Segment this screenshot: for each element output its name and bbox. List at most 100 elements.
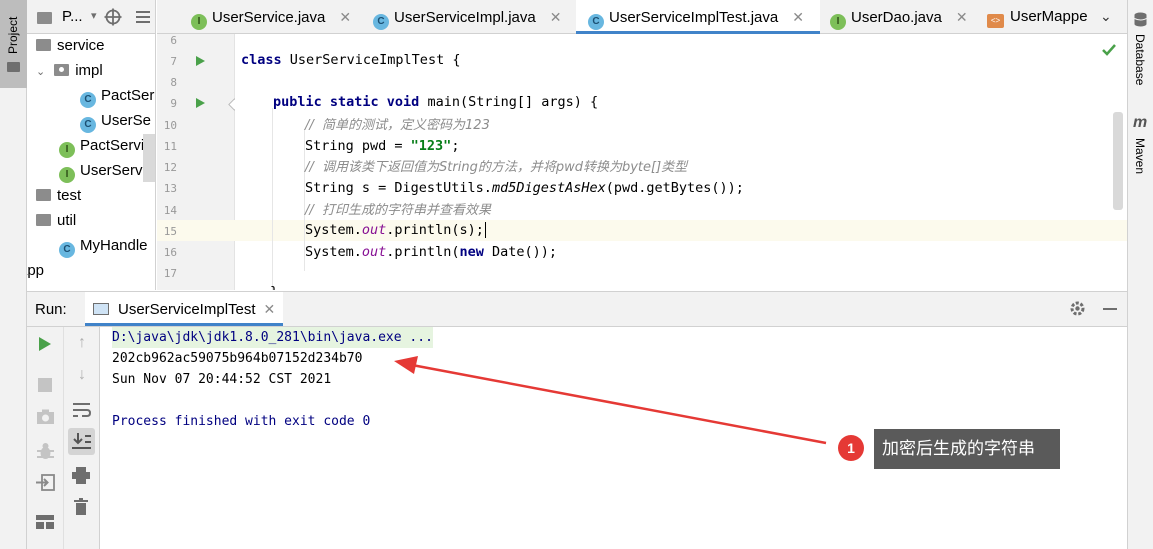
tree-item-userservice[interactable]: I UserServic <box>59 160 153 183</box>
line-number: 16 <box>163 246 177 259</box>
tab-userservice[interactable]: I UserService.java ✕ <box>191 0 351 34</box>
text-caret <box>484 222 486 238</box>
line-number: 10 <box>163 119 177 132</box>
console-icon <box>93 303 109 315</box>
line-number: 6 <box>170 34 177 47</box>
console-line-hash: 202cb962ac59075b964b07152d234b70 <box>112 351 363 366</box>
tab-usermapper[interactable]: <> UserMappe <box>987 0 1088 34</box>
tree-item-label: UserSe <box>101 112 152 129</box>
package-icon <box>54 64 70 76</box>
gear-icon[interactable] <box>1069 300 1086 317</box>
project-panel: P... ▾ service ⌄ impl C PactSer C UserSe IP… <box>27 0 156 290</box>
tab-label: UserService.java <box>212 9 326 26</box>
tree-item-label: MyHandle <box>80 237 148 254</box>
tree-item-pactserviceimpl[interactable]: C PactSer <box>80 85 154 108</box>
console-line-exit: Process finished with exit code 0 <box>112 414 371 429</box>
project-panel-header: P... ▾ <box>27 0 155 34</box>
interface-icon: I <box>830 14 846 30</box>
collapse-all-icon[interactable] <box>135 9 151 25</box>
stop-icon[interactable] <box>38 378 52 392</box>
camera-icon[interactable] <box>36 409 55 425</box>
run-class-icon[interactable] <box>196 56 205 66</box>
editor-scrollbar[interactable] <box>1113 112 1123 210</box>
folder-icon <box>7 62 20 72</box>
code-editor[interactable]: class UserServiceImplTest { public stati… <box>235 34 1127 290</box>
minimize-icon[interactable] <box>1103 308 1117 310</box>
run-panel-header: Run: UserServiceImplTest ✕ <box>27 291 1127 327</box>
tree-item-util[interactable]: util <box>36 210 76 232</box>
code-line-7: class UserServiceImplTest { <box>241 52 461 68</box>
line-number: 9 <box>170 97 177 110</box>
arrow-down-icon[interactable]: ↓ <box>70 366 94 384</box>
tab-userserviceimpl[interactable]: C UserServiceImpl.java ✕ <box>373 0 561 34</box>
left-tool-strip: Project <box>0 0 27 549</box>
folder-icon <box>36 39 51 51</box>
line-number: 7 <box>170 55 177 68</box>
project-tool-label: Project <box>6 16 20 54</box>
close-icon[interactable]: ✕ <box>264 301 276 317</box>
close-icon[interactable]: ✕ <box>792 9 804 25</box>
run-main-icon[interactable] <box>196 98 205 108</box>
line-number: 13 <box>163 182 177 195</box>
exit-icon[interactable] <box>36 474 55 491</box>
chevron-down-icon[interactable]: ⌄ <box>1100 8 1112 25</box>
maven-icon[interactable]: m <box>1133 114 1147 132</box>
indent-guide <box>272 108 273 290</box>
tree-item-label: impl <box>75 62 103 79</box>
close-icon[interactable]: ✕ <box>339 9 351 25</box>
layout-icon[interactable] <box>36 515 54 529</box>
code-line-14-comment: // 打印生成的字符串并查看效果 <box>305 203 492 218</box>
tab-label: UserServiceImplTest.java <box>609 9 779 26</box>
tab-userdao[interactable]: I UserDao.java ✕ <box>830 0 968 34</box>
line-number: 11 <box>163 140 177 153</box>
line-number: 17 <box>163 267 177 280</box>
tree-item-label: service <box>57 37 105 54</box>
trash-icon[interactable] <box>74 498 88 515</box>
tree-item-userserviceimpl[interactable]: C UserSe <box>80 110 152 133</box>
print-icon[interactable] <box>72 467 90 484</box>
line-number: 15 <box>163 225 177 238</box>
crosshair-icon[interactable] <box>104 8 122 26</box>
tree-item-label: PactServic <box>80 137 152 154</box>
line-number: 8 <box>170 76 177 89</box>
run-tab[interactable]: UserServiceImplTest ✕ <box>85 292 284 326</box>
tree-item-test[interactable]: test <box>36 185 81 207</box>
code-line-10-comment: // 简单的测试，定义密码为123 <box>305 118 490 133</box>
tab-label: UserDao.java <box>851 9 942 26</box>
scroll-to-end-button[interactable] <box>68 428 95 455</box>
project-tool-tab[interactable]: Project <box>0 0 27 88</box>
run-panel-label: Run: <box>35 301 67 318</box>
close-icon[interactable]: ✕ <box>550 9 562 25</box>
arrow-up-icon[interactable]: ↑ <box>70 334 94 352</box>
soft-wrap-icon[interactable] <box>72 402 91 418</box>
chevron-down-icon[interactable]: ▾ <box>91 9 97 22</box>
line-number: 14 <box>163 204 177 217</box>
right-tool-strip: Database m Maven <box>1127 0 1153 549</box>
close-icon[interactable]: ✕ <box>956 9 968 25</box>
maven-tool-label[interactable]: Maven <box>1133 138 1147 174</box>
class-icon: C <box>80 92 96 108</box>
tree-item-app[interactable]: app <box>27 260 44 282</box>
tree-item-label: test <box>57 187 82 204</box>
code-line-16: System.out.println(new Date()); <box>305 244 557 260</box>
tree-item-pactservice[interactable]: I PactServic <box>59 135 152 158</box>
tree-item-service[interactable]: service <box>36 35 105 57</box>
debug-bug-icon[interactable] <box>36 442 55 461</box>
code-line-9: public static void main(String[] args) { <box>273 94 599 110</box>
line-number: 12 <box>163 161 177 174</box>
chevron-down-icon[interactable]: ⌄ <box>36 66 45 78</box>
database-icon[interactable] <box>1134 12 1147 27</box>
code-line-15: System.out.println(s); <box>305 222 486 238</box>
tab-userserviceimpltest[interactable]: C UserServiceImplTest.java ✕ <box>576 0 820 34</box>
database-tool-label[interactable]: Database <box>1133 34 1147 85</box>
console-line-command: D:\java\jdk\jdk1.8.0_281\bin\java.exe ..… <box>112 327 433 348</box>
inspection-ok-icon[interactable] <box>1101 43 1117 57</box>
tree-scrollbar[interactable] <box>143 134 155 182</box>
interface-icon: I <box>59 142 75 158</box>
rerun-icon[interactable] <box>39 337 51 351</box>
console-line-date: Sun Nov 07 20:44:52 CST 2021 <box>112 372 332 387</box>
project-view-selector[interactable]: P... <box>62 8 83 25</box>
class-icon: C <box>80 117 96 133</box>
tree-item-myhandler[interactable]: C MyHandle <box>59 235 148 258</box>
tree-item-impl[interactable]: ⌄ impl <box>36 60 103 82</box>
